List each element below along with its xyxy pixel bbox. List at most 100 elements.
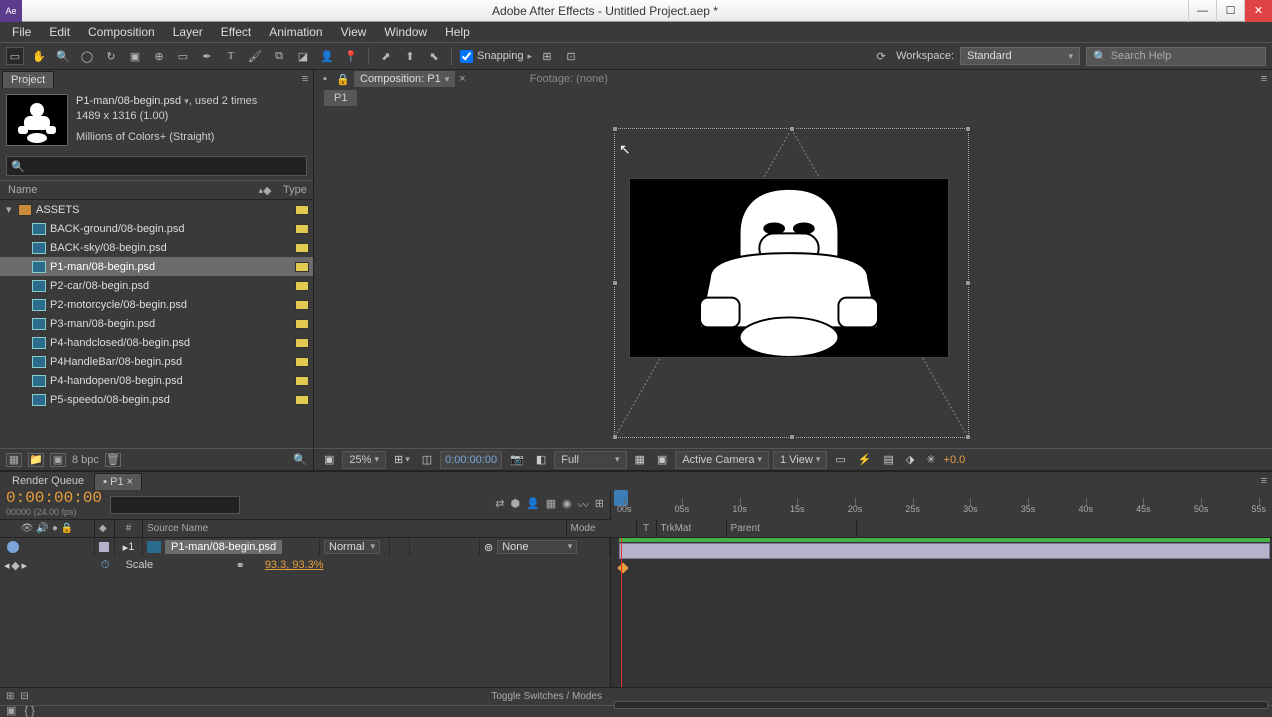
audio-switch-icon[interactable]: 🔊: [36, 523, 48, 534]
composition-tab[interactable]: Composition: P1 ▾: [354, 71, 455, 87]
snap-option2-icon[interactable]: ⊡: [562, 47, 580, 65]
motion-blur-icon[interactable]: ◉: [562, 497, 572, 513]
col-name-header[interactable]: Name: [8, 184, 258, 196]
pen-tool[interactable]: ✒: [198, 47, 216, 65]
resolution-select[interactable]: Full▾: [554, 451, 626, 469]
toggle-switches-button[interactable]: Toggle Switches / Modes: [491, 691, 602, 702]
asset-row[interactable]: BACK-sky/08-begin.psd: [0, 238, 313, 257]
search-footer-icon[interactable]: 🔍: [293, 453, 307, 466]
local-axis-icon[interactable]: ⬈: [377, 47, 395, 65]
menu-help[interactable]: Help: [437, 23, 478, 41]
menu-effect[interactable]: Effect: [213, 23, 259, 41]
video-eye-icon[interactable]: [7, 541, 19, 553]
time-ruler[interactable]: 00s05s10s15s20s25s30s35s40s45s50s55s: [610, 490, 1272, 520]
parent-col-header[interactable]: Parent: [727, 520, 857, 537]
shape-tool[interactable]: ▭: [174, 47, 192, 65]
eraser-tool[interactable]: ◪: [294, 47, 312, 65]
zoom-slider[interactable]: [614, 701, 1268, 709]
render-queue-tab[interactable]: Render Queue: [4, 473, 92, 489]
project-search-input[interactable]: 🔍: [6, 156, 307, 176]
pan-behind-tool[interactable]: ⊕: [150, 47, 168, 65]
trkmat-col-header[interactable]: TrkMat: [657, 520, 727, 537]
timeline-track-area[interactable]: [610, 538, 1272, 687]
graph-editor-icon[interactable]: 〰: [578, 497, 589, 513]
minimize-button[interactable]: —: [1188, 0, 1216, 22]
menu-view[interactable]: View: [333, 23, 375, 41]
camera-tool[interactable]: ▣: [126, 47, 144, 65]
asset-row[interactable]: P2-car/08-begin.psd: [0, 276, 313, 295]
property-row[interactable]: ◂ ◆ ▸ ⏱ Scale ⚭ 93.3, 93.3%: [0, 556, 610, 574]
playhead-line[interactable]: [621, 538, 622, 687]
solo-switch-icon[interactable]: ●: [52, 523, 58, 534]
hand-tool[interactable]: ✋: [30, 47, 48, 65]
panel-menu-icon[interactable]: ≡: [297, 73, 313, 85]
asset-row[interactable]: P4-handopen/08-begin.psd: [0, 371, 313, 390]
work-area-bar[interactable]: [619, 538, 1270, 542]
menu-edit[interactable]: Edit: [41, 23, 78, 41]
transparency-icon[interactable]: ▦: [631, 451, 649, 468]
timeline-icon[interactable]: ▤: [879, 451, 897, 468]
roto-tool[interactable]: 👤: [318, 47, 336, 65]
pickwhip-icon[interactable]: ⊚: [484, 541, 493, 554]
snap-option-icon[interactable]: ⊞: [538, 47, 556, 65]
add-keyframe-icon[interactable]: ◆: [10, 559, 22, 572]
brainstorm-icon[interactable]: ⊞: [595, 497, 604, 513]
mode-col-header[interactable]: Mode: [567, 520, 637, 537]
stopwatch-icon[interactable]: ⏱: [101, 559, 110, 572]
brush-tool[interactable]: 🖌: [246, 47, 264, 65]
fast-preview-icon[interactable]: ⚡: [854, 451, 876, 468]
clone-tool[interactable]: ⧉: [270, 47, 288, 65]
asset-row[interactable]: BACK-ground/08-begin.psd: [0, 219, 313, 238]
video-switch-icon[interactable]: 👁: [21, 523, 34, 534]
col-type-header[interactable]: Type: [283, 184, 313, 196]
3d-view-icon[interactable]: ▣: [653, 451, 671, 468]
draft3d-icon[interactable]: ⬢: [510, 497, 520, 513]
shy-icon[interactable]: 👤: [526, 497, 540, 513]
tab-close-icon[interactable]: ×: [459, 73, 465, 85]
orbit-tool[interactable]: ◯: [78, 47, 96, 65]
sync-settings-icon[interactable]: ⟳: [872, 47, 890, 65]
constrain-icon[interactable]: ⚭: [236, 559, 245, 572]
exposure-value[interactable]: +0.0: [944, 454, 966, 466]
pixel-aspect-icon[interactable]: ▭: [831, 451, 849, 468]
region-icon[interactable]: ▣: [320, 451, 338, 468]
project-list[interactable]: ▾ ASSETS BACK-ground/08-begin.psd BACK-s…: [0, 200, 313, 448]
menu-file[interactable]: File: [4, 23, 39, 41]
comp-breadcrumb[interactable]: P1: [324, 90, 357, 106]
collapse-icon[interactable]: ⊟: [20, 691, 28, 702]
layer-row[interactable]: ▸1 P1-man/08-begin.psd Normal▾ ⊚None▾: [0, 538, 610, 556]
flowchart-icon[interactable]: ⬗: [902, 451, 918, 468]
workspace-select[interactable]: Standard▾: [960, 47, 1080, 65]
asset-row[interactable]: P4-handclosed/08-begin.psd: [0, 333, 313, 352]
grid-icon[interactable]: ⊞▾: [390, 451, 414, 468]
reset-exposure-icon[interactable]: ✳: [922, 451, 939, 468]
timeline-menu-icon[interactable]: ≡: [1256, 475, 1272, 487]
snapping-checkbox[interactable]: [460, 50, 473, 63]
project-tab[interactable]: Project: [2, 71, 54, 88]
composition-viewer[interactable]: ↖: [314, 108, 1272, 448]
footage-tab[interactable]: Footage: (none): [530, 73, 608, 85]
comp-panel-menu-icon[interactable]: ≡: [1256, 73, 1272, 85]
world-axis-icon[interactable]: ⬆: [401, 47, 419, 65]
timeline-search-input[interactable]: [110, 496, 240, 514]
parent-select[interactable]: None▾: [497, 540, 577, 554]
layer-name[interactable]: P1-man/08-begin.psd: [165, 540, 282, 554]
property-value[interactable]: 93.3, 93.3%: [265, 559, 324, 571]
next-keyframe-icon[interactable]: ▸: [22, 559, 28, 572]
new-folder-icon[interactable]: 📁: [28, 453, 44, 467]
layer-duration-bar[interactable]: [619, 543, 1270, 559]
blend-mode-select[interactable]: Normal▾: [324, 540, 380, 554]
maximize-button[interactable]: ☐: [1216, 0, 1244, 22]
folder-row[interactable]: ▾ ASSETS: [0, 200, 313, 219]
keyframe-icon[interactable]: [617, 562, 628, 573]
selection-tool[interactable]: ▭: [6, 47, 24, 65]
rotate-tool[interactable]: ↻: [102, 47, 120, 65]
snapping-toggle[interactable]: Snapping ▸: [460, 50, 532, 63]
lock-icon[interactable]: ▪: [318, 73, 332, 85]
asset-row[interactable]: P4HandleBar/08-begin.psd: [0, 352, 313, 371]
views-select[interactable]: 1 View▾: [773, 451, 827, 469]
comp-mini-flowchart-icon[interactable]: ⇄: [495, 497, 504, 513]
label-swatch[interactable]: [99, 542, 109, 552]
lock-icon-2[interactable]: 🔒: [336, 73, 350, 86]
interpret-footage-icon[interactable]: ▦: [6, 453, 22, 467]
